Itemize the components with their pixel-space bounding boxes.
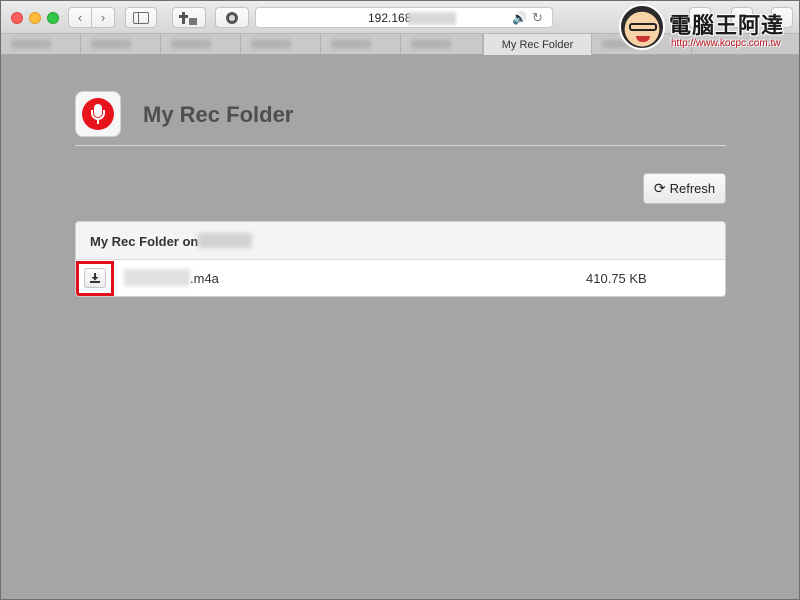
address-url: 192.168: [368, 11, 412, 25]
browser-window: ‹ › 192.168 🔊 ↻ My Rec Folder 電腦王阿達 http…: [0, 0, 800, 600]
chevron-right-icon: ›: [100, 10, 106, 25]
download-icon: [90, 273, 100, 283]
watermark-title: 電腦王阿達: [669, 13, 785, 38]
title-divider: [75, 145, 726, 146]
extension-button[interactable]: [215, 7, 249, 28]
sidebar-toggle-button[interactable]: [125, 7, 157, 28]
app-logo: [75, 91, 121, 137]
extension-tool-icon: [179, 11, 197, 25]
minimize-window-button[interactable]: [29, 12, 41, 24]
tab-3[interactable]: [161, 34, 241, 54]
zoom-window-button[interactable]: [47, 12, 59, 24]
tab-2[interactable]: [81, 34, 161, 54]
forward-button[interactable]: ›: [91, 7, 115, 28]
site-watermark: 電腦王阿達 http://www.kocpc.com.tw: [619, 4, 799, 52]
tab-5[interactable]: [321, 34, 401, 54]
close-window-button[interactable]: [11, 12, 23, 24]
chevron-left-icon: ‹: [77, 10, 83, 25]
file-row: .m4a 410.75 KB: [76, 260, 725, 296]
tab-active[interactable]: My Rec Folder: [483, 34, 592, 55]
page-content: My Rec Folder ⟳ Refresh My Rec Folder on: [1, 56, 799, 599]
back-button[interactable]: ‹: [68, 7, 92, 28]
panel-header: My Rec Folder on: [76, 222, 725, 260]
refresh-button[interactable]: ⟳ Refresh: [643, 173, 726, 204]
redacted-file-name: [124, 269, 190, 286]
watermark-url: http://www.kocpc.com.tw: [671, 38, 781, 49]
tab-4[interactable]: [241, 34, 321, 54]
tab-6[interactable]: [401, 34, 483, 54]
reload-icon[interactable]: ↻: [532, 10, 543, 26]
page-title: My Rec Folder: [143, 102, 294, 127]
refresh-label: Refresh: [669, 181, 716, 196]
folder-panel: My Rec Folder on .m4a 410.75 KB: [75, 221, 726, 297]
file-name[interactable]: .m4a: [190, 271, 219, 286]
microphone-icon: [82, 98, 114, 130]
download-button[interactable]: [84, 268, 106, 288]
panel-title: My Rec Folder on: [90, 234, 199, 249]
mascot-face-icon: [619, 4, 665, 50]
redacted-address: [408, 12, 456, 25]
file-size: 410.75 KB: [586, 271, 647, 286]
share-button[interactable]: [172, 7, 206, 28]
speaker-icon[interactable]: 🔊: [512, 11, 527, 25]
sidebar-icon: [133, 11, 149, 24]
redacted-device-name: [198, 233, 252, 248]
address-bar[interactable]: 192.168 🔊 ↻: [255, 7, 553, 28]
tab-1[interactable]: [1, 34, 81, 54]
record-icon: [226, 11, 238, 24]
refresh-icon: ⟳: [653, 180, 666, 196]
